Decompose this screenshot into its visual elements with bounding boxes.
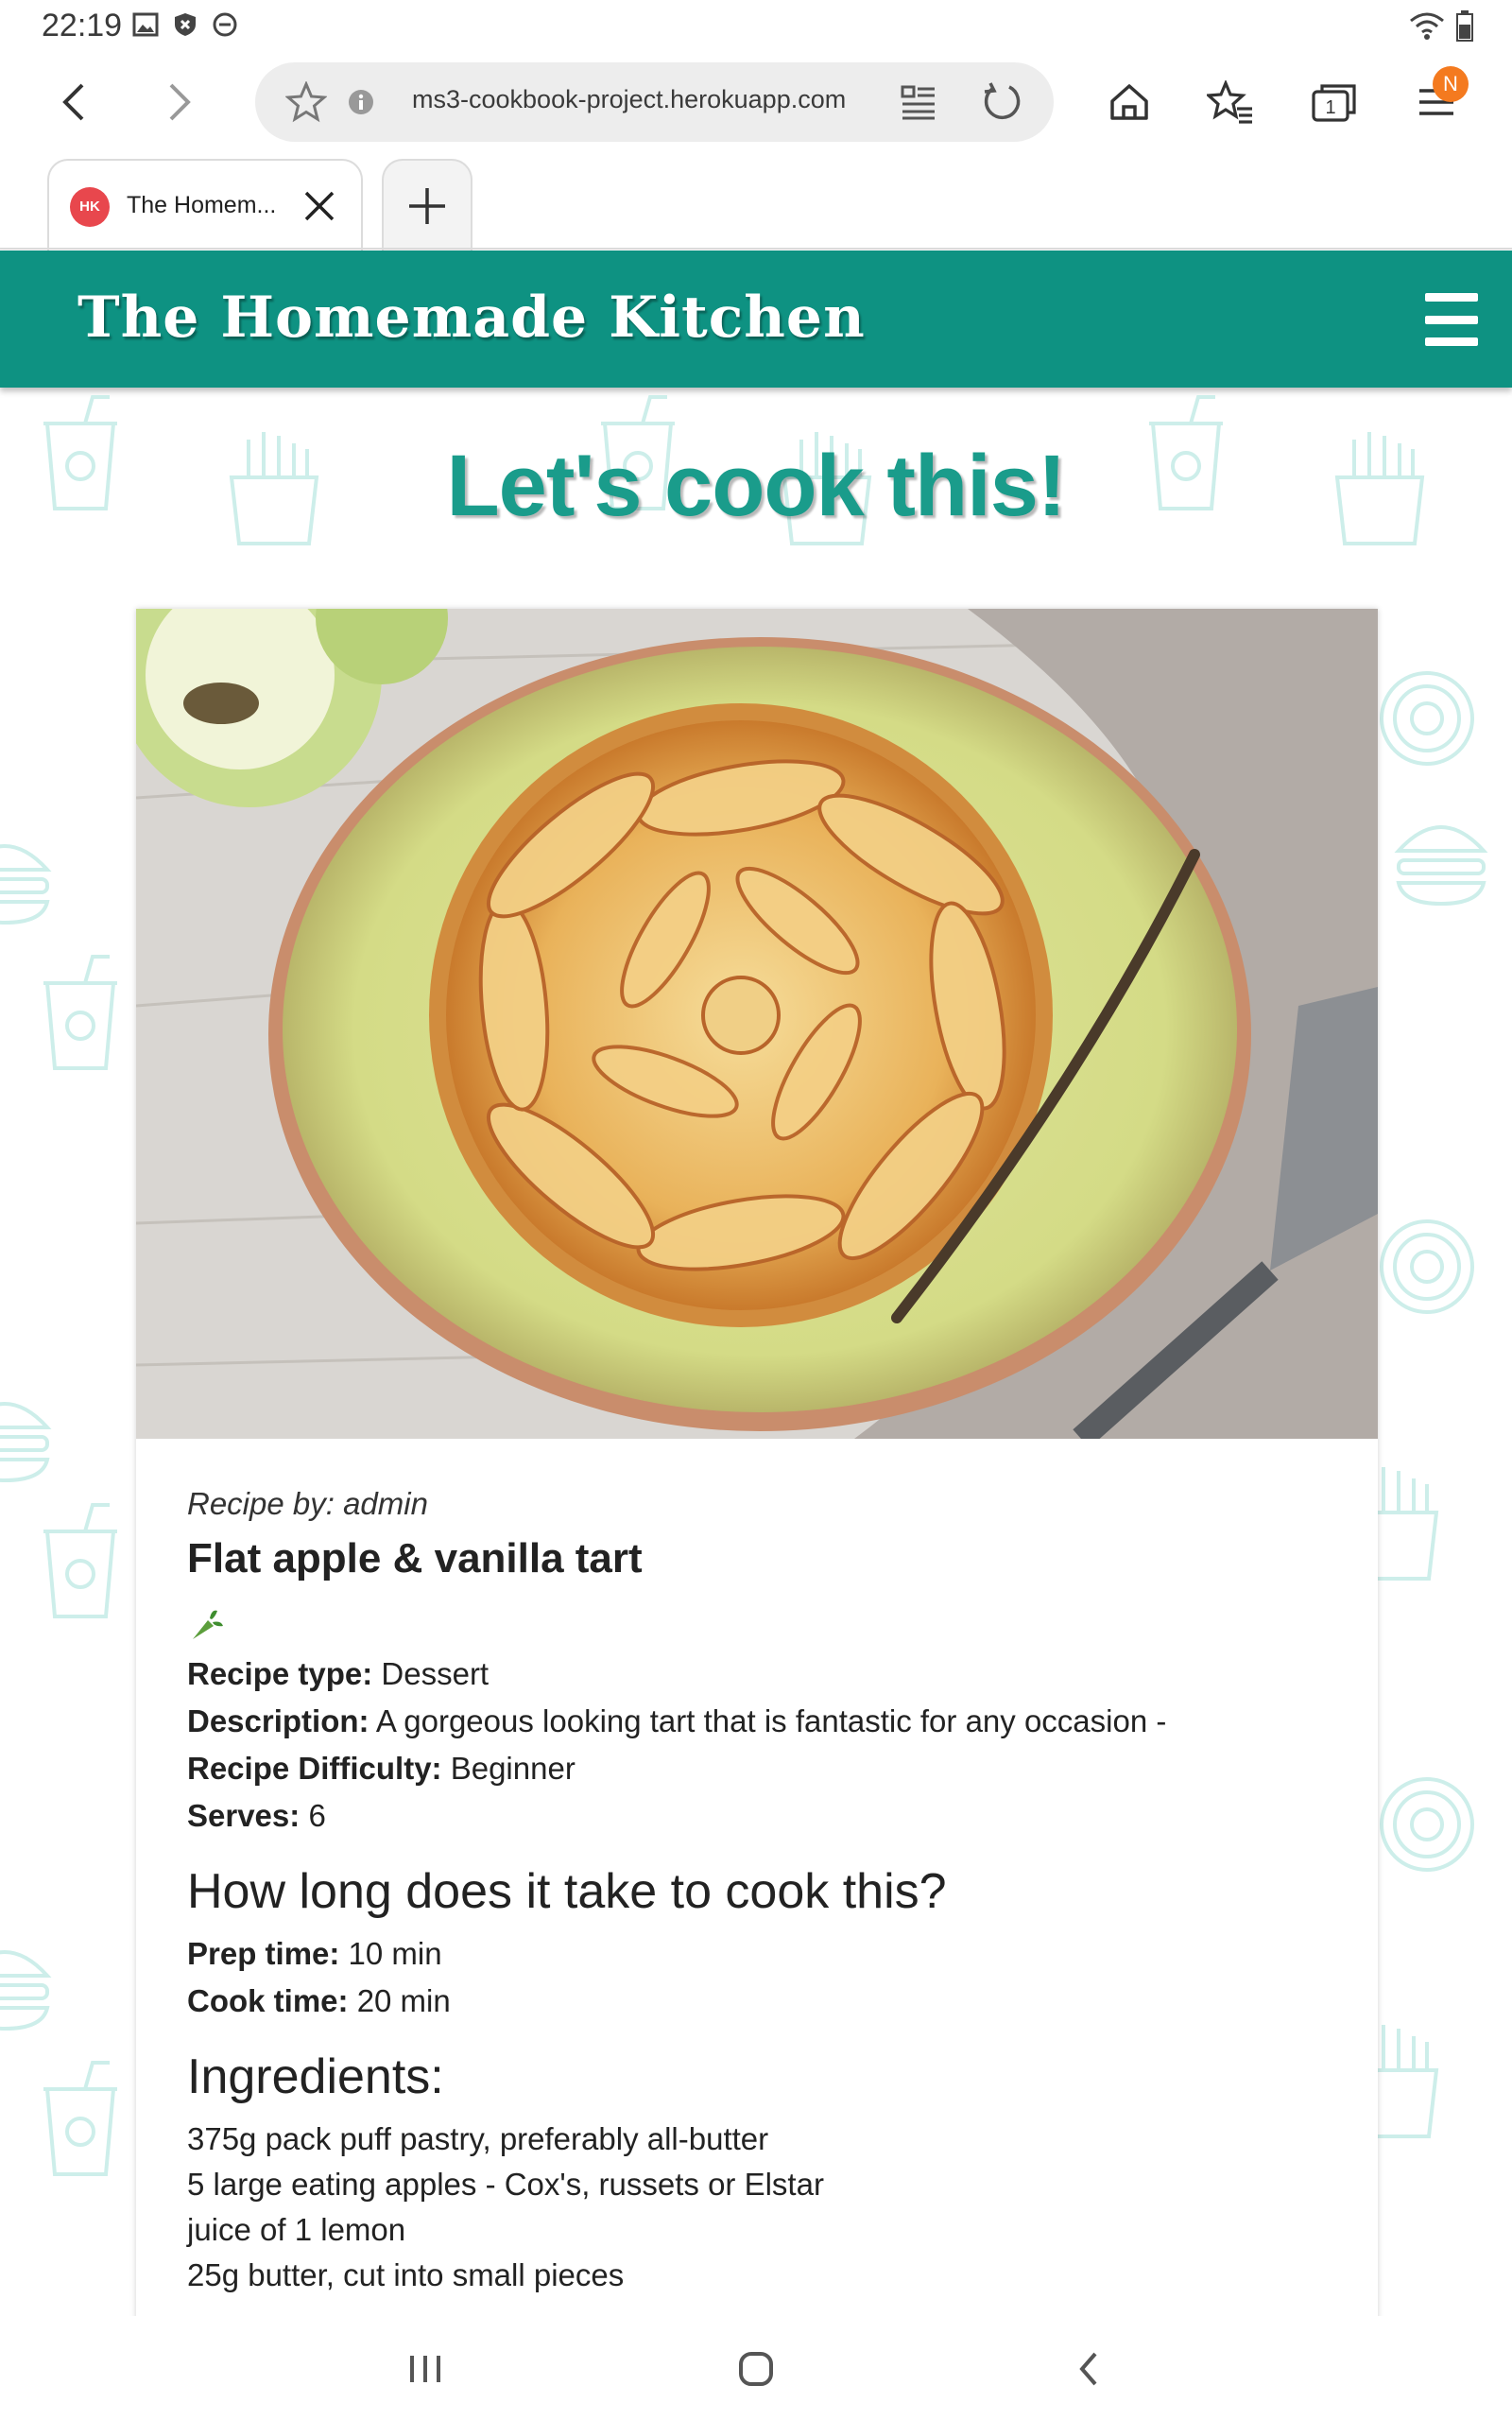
reload-button[interactable]: [979, 79, 1024, 125]
prep-time-label: Prep time:: [187, 1936, 340, 1971]
ingredient-item: juice of 1 lemon: [187, 2212, 406, 2247]
recipe-serves-label: Serves:: [187, 1798, 301, 1833]
recent-apps-button[interactable]: [395, 2341, 455, 2397]
site-navbar: The Homemade Kitchen: [0, 251, 1512, 388]
ingredient-item: 375g pack puff pastry, preferably all-bu…: [187, 2121, 769, 2156]
cook-time-value: 20 min: [356, 1983, 451, 2018]
forward-button[interactable]: [149, 72, 210, 132]
system-navigation-bar: [0, 2316, 1512, 2420]
address-bar[interactable]: ms3-cookbook-project.herokuapp.com: [255, 62, 1054, 142]
recipe-serves: Serves: 6: [187, 1793, 1321, 1839]
tab-strip-divider: [0, 248, 1512, 250]
recipe-difficulty-value: Beginner: [450, 1751, 576, 1786]
recipe-title: Flat apple & vanilla tart: [187, 1535, 643, 1582]
info-icon: [349, 90, 373, 114]
recipe-difficulty: Recipe Difficulty: Beginner: [187, 1746, 1321, 1791]
notification-badge: N: [1433, 66, 1469, 102]
url-text[interactable]: ms3-cookbook-project.herokuapp.com: [412, 85, 846, 114]
prep-time-value: 10 min: [348, 1936, 442, 1971]
hamburger-bar: [1425, 337, 1478, 346]
bookmarks-button[interactable]: [1200, 72, 1261, 132]
reader-icon: [901, 85, 935, 120]
home-button[interactable]: [1099, 72, 1160, 132]
recipe-type-value: Dessert: [381, 1656, 490, 1691]
recipe-description: Description: A gorgeous looking tart tha…: [187, 1699, 1321, 1744]
plus-icon: [409, 188, 445, 224]
do-not-disturb-icon: [213, 12, 237, 37]
recipe-type-label: Recipe type:: [187, 1656, 373, 1691]
tab-strip: HK The Homem...: [0, 155, 1512, 251]
back-button[interactable]: [43, 72, 104, 132]
back-nav-button[interactable]: [1058, 2341, 1119, 2397]
forward-icon: [169, 83, 191, 121]
status-system-icons: [1408, 9, 1474, 42]
tab-title: The Homem...: [127, 192, 277, 218]
battery-icon: [1456, 10, 1473, 42]
home-icon: [1110, 84, 1148, 120]
gallery-icon: [132, 12, 159, 37]
shield-icon: [175, 13, 196, 36]
bookmarks-icon: [1207, 80, 1252, 124]
recipe-description-value: A gorgeous looking tart that is fantasti…: [375, 1703, 1167, 1738]
carrot-icon: [193, 1610, 223, 1639]
recipe-details: Recipe by: admin Flat apple & vanilla ta…: [187, 1486, 1321, 2298]
tab-close-button[interactable]: [295, 182, 344, 231]
time-heading: How long does it take to cook this?: [187, 1864, 947, 1919]
add-bookmark-button[interactable]: [284, 79, 329, 125]
page-heading: Let's cook this!: [446, 438, 1066, 534]
hamburger-bar: [1425, 293, 1478, 302]
reload-icon: [984, 82, 1021, 119]
page-content: Let's cook this! Recipe by: admin Flat a…: [0, 388, 1512, 2316]
wifi-icon: [1410, 12, 1444, 40]
home-nav-icon: [739, 2352, 773, 2386]
recipe-serves-value: 6: [308, 1798, 326, 1833]
ingredients-heading: Ingredients:: [187, 2049, 444, 2104]
recipe-difficulty-label: Recipe Difficulty:: [187, 1751, 442, 1786]
star-icon: [285, 81, 327, 123]
browser-tab[interactable]: HK The Homem...: [47, 159, 363, 251]
site-menu-button[interactable]: [1425, 293, 1478, 346]
back-icon: [62, 83, 84, 121]
recipe-card: Recipe by: admin Flat apple & vanilla ta…: [136, 609, 1378, 2316]
recipe-type: Recipe type: Dessert: [187, 1651, 1321, 1697]
status-time: 22:19: [42, 8, 123, 43]
tabs-button[interactable]: 1: [1304, 72, 1365, 132]
recipe-description-label: Description:: [187, 1703, 369, 1738]
site-brand[interactable]: The Homemade Kitchen: [77, 285, 866, 351]
cook-time-label: Cook time:: [187, 1983, 349, 2018]
reader-mode-button[interactable]: [896, 79, 941, 125]
tab-favicon: HK: [70, 187, 110, 227]
back-nav-icon: [1079, 2352, 1097, 2386]
ingredient-item: 5 large eating apples - Cox's, russets o…: [187, 2167, 824, 2202]
ingredient-item: 25g butter, cut into small pieces: [187, 2257, 625, 2292]
tabs-icon: 1: [1312, 84, 1356, 122]
recent-apps-icon: [410, 2356, 440, 2382]
prep-time: Prep time: 10 min: [187, 1931, 1321, 1977]
recipe-image: [136, 609, 1378, 1439]
home-nav-button[interactable]: [726, 2341, 786, 2397]
browser-toolbar: ms3-cookbook-project.herokuapp.com 1: [0, 53, 1512, 155]
cook-time: Cook time: 20 min: [187, 1979, 1321, 2024]
status-notification-icons: [132, 11, 238, 38]
new-tab-button[interactable]: [382, 159, 472, 251]
site-info-button[interactable]: [338, 79, 384, 125]
recipe-author: Recipe by: admin: [187, 1486, 428, 1521]
tab-count: 1: [1325, 97, 1335, 118]
status-bar: 22:19: [0, 0, 1512, 53]
close-icon: [304, 191, 335, 221]
hamburger-bar: [1425, 315, 1478, 324]
